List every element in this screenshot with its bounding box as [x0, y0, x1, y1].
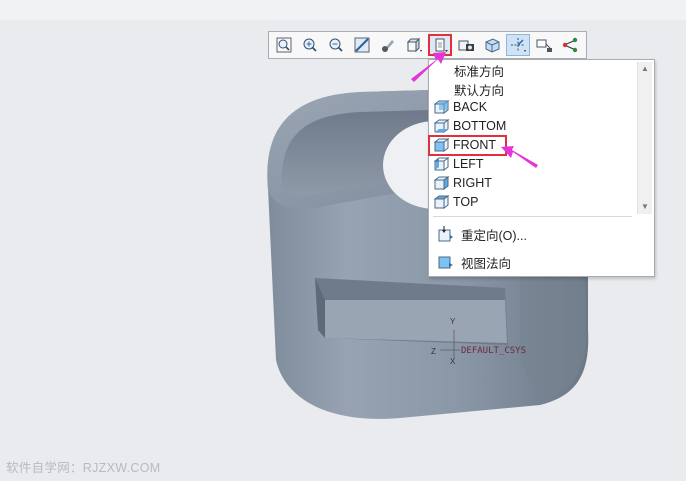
- csys-name-label: DEFAULT_CSYS: [461, 346, 526, 356]
- menu-item-bottom[interactable]: BOTTOM: [429, 117, 634, 135]
- perspective-icon: [485, 38, 500, 53]
- view-cube-icon: [434, 157, 450, 171]
- reorient-label: 重定向(O)...: [461, 228, 527, 243]
- menu-item-default-orientation[interactable]: 默认方向: [429, 80, 634, 98]
- view-toolbar: [268, 31, 587, 59]
- reorient-menu-item[interactable]: 重定向(O)...: [429, 224, 527, 244]
- spin-center-button[interactable]: [558, 34, 582, 56]
- normal-view-label: 视图法向: [461, 256, 512, 271]
- front-highlight-box: [428, 135, 507, 156]
- refit-icon: [276, 37, 292, 53]
- menu-item-right[interactable]: RIGHT: [429, 174, 634, 192]
- menu-item-label: BOTTOM: [453, 119, 507, 133]
- menu-item-label: TOP: [453, 195, 479, 209]
- normal-view-icon: [438, 256, 453, 269]
- csys-z-label: Z: [431, 347, 436, 356]
- spin-center-icon: [562, 37, 578, 53]
- menu-item-left[interactable]: LEFT: [429, 155, 634, 173]
- saved-orientations-icon: [435, 38, 448, 52]
- scroll-down-arrow-icon[interactable]: ▼: [641, 203, 649, 211]
- display-style-button[interactable]: [402, 34, 426, 56]
- saved-orientations-button[interactable]: [428, 34, 452, 56]
- menu-scrollbar[interactable]: ▲ ▼: [637, 62, 652, 214]
- menu-item-top[interactable]: TOP: [429, 193, 634, 211]
- normal-view-menu-item[interactable]: 视图法向: [429, 252, 511, 272]
- menu-item-back[interactable]: BACK: [429, 98, 634, 116]
- saved-orientations-menu: 标准方向 默认方向 BACK BOTTOM FRONT LEFT RIGHT T…: [428, 59, 655, 277]
- view-manager-button[interactable]: [454, 34, 478, 56]
- view-manager-icon: [458, 40, 474, 51]
- zoom-in-icon: [303, 38, 317, 52]
- reorient-icon: [438, 226, 453, 242]
- zoom-out-button[interactable]: [324, 34, 348, 56]
- perspective-button[interactable]: [480, 34, 504, 56]
- shading-icon: [382, 40, 394, 52]
- menu-item-label: LEFT: [453, 157, 484, 171]
- menu-item-label: BACK: [453, 100, 488, 114]
- zoom-in-button[interactable]: [298, 34, 322, 56]
- annotation-display-icon: [536, 39, 552, 52]
- annotation-display-button[interactable]: [532, 34, 556, 56]
- zoom-out-icon: [329, 38, 343, 52]
- menu-item-label: 默认方向: [454, 83, 505, 98]
- csys-x-label: X: [450, 357, 456, 366]
- datum-display-button[interactable]: [506, 34, 530, 56]
- view-cube-icon: [434, 100, 450, 114]
- menu-divider: [433, 216, 632, 217]
- display-style-icon: [406, 37, 422, 53]
- watermark-text: 软件自学网：RJZXW.COM: [6, 461, 161, 475]
- refit-button[interactable]: [272, 34, 296, 56]
- view-cube-icon: [434, 176, 450, 190]
- repaint-icon: [354, 37, 370, 53]
- view-cube-icon: [434, 119, 450, 133]
- datum-display-icon: [511, 38, 526, 52]
- repaint-button[interactable]: [350, 34, 374, 56]
- menu-item-standard-orientation[interactable]: 标准方向: [429, 61, 634, 79]
- scroll-up-arrow-icon[interactable]: ▲: [641, 65, 649, 73]
- menu-item-label: 标准方向: [454, 64, 505, 79]
- menu-item-label: RIGHT: [453, 176, 492, 190]
- shading-button[interactable]: [376, 34, 400, 56]
- csys-y-label: Y: [450, 317, 456, 326]
- view-cube-icon: [434, 195, 450, 209]
